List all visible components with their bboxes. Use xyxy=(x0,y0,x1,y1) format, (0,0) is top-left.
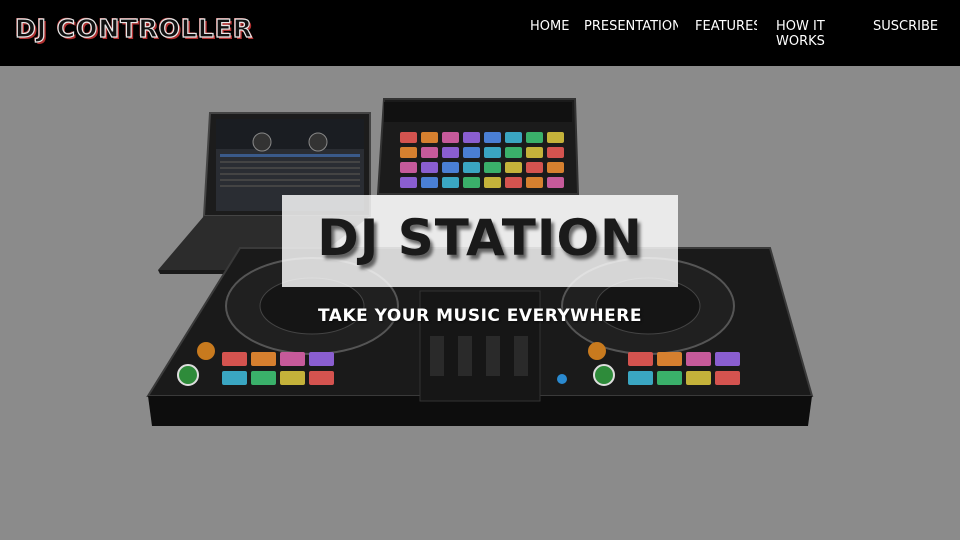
nav-home[interactable]: HOME xyxy=(530,19,569,34)
pad-button xyxy=(309,371,334,385)
pad-button xyxy=(526,132,543,143)
pad-button xyxy=(505,162,522,173)
pad-button xyxy=(400,177,417,188)
pad-button xyxy=(463,177,480,188)
pad-button xyxy=(526,177,543,188)
pad-button xyxy=(280,371,305,385)
site-header: DJ CONTROLLER HOME PRESENTATION FEATURES… xyxy=(0,0,960,66)
hero-title: DJ STATION xyxy=(317,209,643,267)
pad-button xyxy=(463,147,480,158)
pad-button xyxy=(715,352,740,366)
nav-features[interactable]: FEATURES xyxy=(695,19,757,34)
nav-presentation[interactable]: PRESENTATION xyxy=(584,19,678,34)
pad-button xyxy=(309,352,334,366)
pad-button xyxy=(547,177,564,188)
pad-button xyxy=(222,352,247,366)
pad-button xyxy=(484,147,501,158)
pad-button xyxy=(484,177,501,188)
pad-button xyxy=(547,147,564,158)
pad-button xyxy=(400,147,417,158)
pad-button xyxy=(484,162,501,173)
pad-button xyxy=(442,147,459,158)
pad-button xyxy=(463,162,480,173)
pad-button xyxy=(280,352,305,366)
pad-button xyxy=(657,352,682,366)
pad-button xyxy=(505,132,522,143)
pad-button xyxy=(547,162,564,173)
pad-button xyxy=(526,147,543,158)
pad-button xyxy=(251,352,276,366)
pad-button xyxy=(442,177,459,188)
pad-button xyxy=(715,371,740,385)
pad-button xyxy=(442,132,459,143)
pad-button xyxy=(657,371,682,385)
pad-button xyxy=(251,371,276,385)
pad-button xyxy=(421,177,438,188)
main-nav: HOME PRESENTATION FEATURES HOW IT WORKS … xyxy=(0,19,960,59)
pad-button xyxy=(484,132,501,143)
hero-title-box: DJ STATION xyxy=(282,195,678,287)
pad-button xyxy=(222,371,247,385)
pad-button xyxy=(463,132,480,143)
pad-button xyxy=(442,162,459,173)
pad-button xyxy=(505,177,522,188)
pad-button xyxy=(628,371,653,385)
pad-button xyxy=(686,371,711,385)
pad-button xyxy=(526,162,543,173)
pad-button xyxy=(505,147,522,158)
pad-button xyxy=(421,162,438,173)
dj-equipment-image xyxy=(146,98,814,426)
nav-how-it-works[interactable]: HOW IT WORKS xyxy=(776,19,840,49)
pad-button xyxy=(421,147,438,158)
nav-suscribe[interactable]: SUSCRIBE xyxy=(873,19,938,34)
hero-section: DJ STATION TAKE YOUR MUSIC EVERYWHERE xyxy=(0,66,960,540)
pad-button xyxy=(686,352,711,366)
hero-tagline: TAKE YOUR MUSIC EVERYWHERE xyxy=(318,306,642,326)
pad-button xyxy=(421,132,438,143)
pad-button xyxy=(547,132,564,143)
pad-button xyxy=(628,352,653,366)
pad-button xyxy=(400,132,417,143)
pad-controller-illustration xyxy=(376,98,580,195)
pad-button xyxy=(400,162,417,173)
